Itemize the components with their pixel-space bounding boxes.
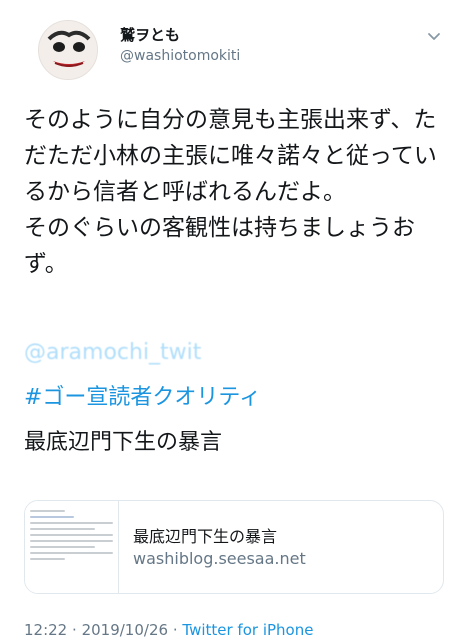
tweet-body: そのように自分の意見も主張出来ず、ただただ小林の主張に唯々諾々と従っているから信…: [24, 107, 437, 277]
tweet-meta: 12:22 · 2019/10/26 · Twitter for iPhone: [24, 620, 313, 640]
tweet-header: 鷲ヲとも @washiotomokiti: [24, 16, 454, 86]
link-card-thumbnail: [25, 501, 119, 593]
tweet-source[interactable]: Twitter for iPhone: [182, 621, 313, 639]
chevron-down-icon[interactable]: [424, 26, 444, 46]
tweet-time[interactable]: 12:22: [24, 621, 67, 639]
tweet-extra-line: 最底辺門下生の暴言: [24, 430, 223, 455]
tweet-date[interactable]: 2019/10/26: [82, 621, 168, 639]
link-card-domain[interactable]: washiblog.seesaa.net: [133, 549, 306, 568]
link-card[interactable]: 最底辺門下生の暴言 washiblog.seesaa.net: [24, 500, 444, 594]
avatar-image: [39, 21, 97, 79]
mention-link[interactable]: @aramochi_twit: [24, 340, 201, 365]
meta-separator: ·: [72, 621, 77, 639]
meta-separator: ·: [172, 621, 178, 639]
author-display-name[interactable]: 鷲ヲとも: [120, 24, 180, 45]
hashtag-link[interactable]: #ゴー宣読者クオリティ: [24, 379, 261, 411]
link-card-title[interactable]: 最底辺門下生の暴言: [133, 523, 277, 547]
author-handle[interactable]: @washiotomokiti: [120, 48, 240, 64]
avatar[interactable]: [38, 20, 98, 80]
